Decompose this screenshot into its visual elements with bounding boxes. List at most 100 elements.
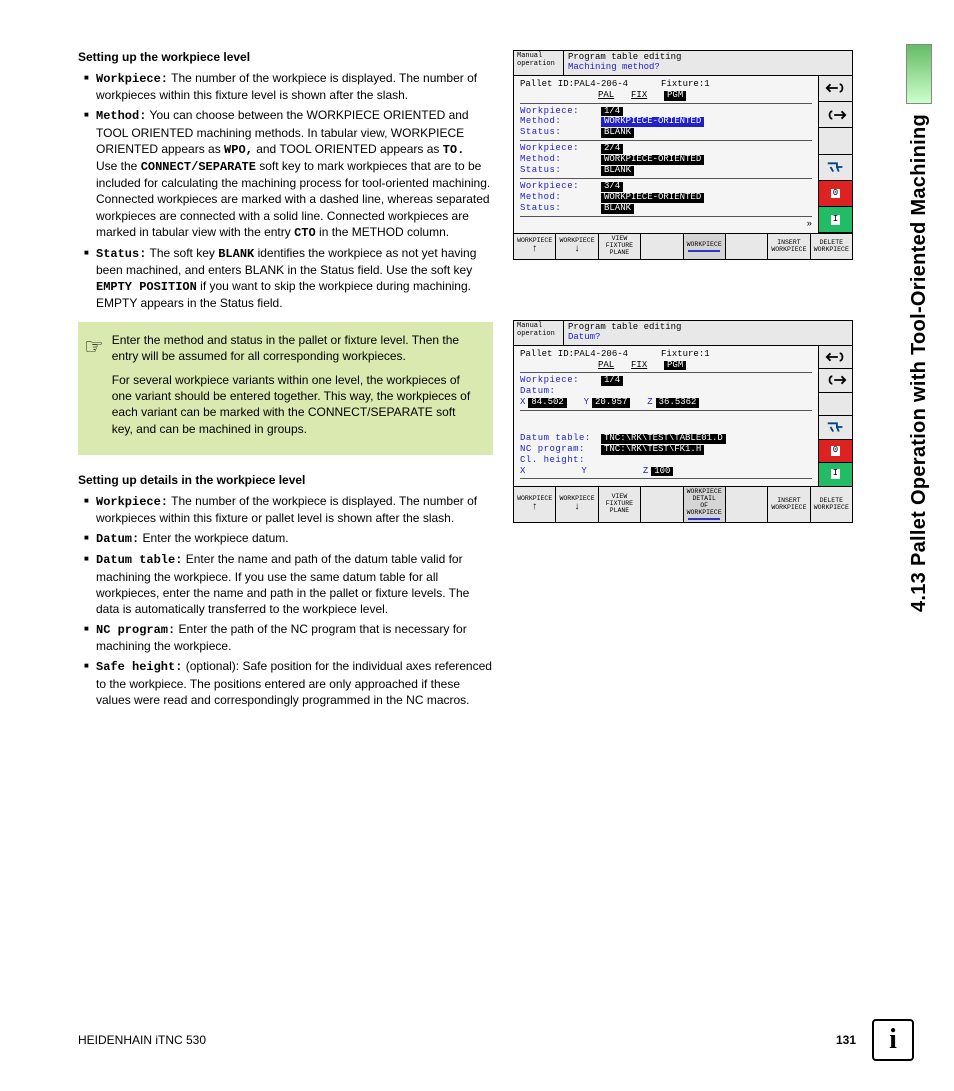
method-value: WORKPIECE-ORIENTED [601, 155, 704, 165]
tnc-screen-2: Manual operation Program table editing D… [513, 320, 853, 523]
softkey-button[interactable]: WORKPIECE [684, 234, 726, 258]
nav-pal[interactable]: PAL [598, 91, 614, 101]
softkey-button[interactable]: WORKPIECE [514, 234, 556, 258]
list-item: Datum: Enter the workpiece datum. [84, 530, 493, 547]
x-label: X [520, 467, 525, 477]
wp-value: 3/4 [601, 182, 623, 192]
dtable-label: Datum table: [520, 434, 598, 444]
cl-label: Cl. height: [520, 456, 598, 466]
left-column: Setting up the workpiece level Workpiece… [78, 50, 493, 712]
status-value: BLANK [601, 166, 634, 176]
side-indicator-green[interactable]: I [819, 463, 852, 486]
nav-pal[interactable]: PAL [598, 361, 614, 371]
page-number: 131 [836, 1033, 856, 1047]
screen-sidebar: 0 I [818, 346, 852, 487]
softkey-row: WORKPIECEWORKPIECEVIEWFIXTUREPLANEWORKPI… [514, 486, 852, 521]
softkey-button[interactable]: VIEWFIXTUREPLANE [599, 487, 641, 521]
method-label: Method: [520, 155, 598, 165]
section2-list: Workpiece: The number of the workpiece i… [78, 493, 493, 708]
chapter-tab-marker [906, 44, 932, 104]
nav-pgm[interactable]: PGM [664, 91, 686, 101]
nc-value: TNC:\RK\TEST\FK1.H [601, 445, 704, 455]
note-paragraph: For several workpiece variants within on… [112, 372, 479, 437]
side-tab: 4.13 Pallet Operation with Tool-Oriented… [906, 44, 932, 824]
datum-label: Datum: [520, 387, 598, 397]
side-button-next-icon[interactable] [819, 369, 852, 392]
tnc-screen-1: Manual operation Program table editing M… [513, 50, 853, 260]
side-indicator-red[interactable]: 0 [819, 181, 852, 207]
method-value: WORKPIECE-ORIENTED [601, 193, 704, 203]
status-value: BLANK [601, 128, 634, 138]
section1-heading: Setting up the workpiece level [78, 50, 493, 64]
info-icon: i [872, 1019, 914, 1061]
pallet-id: Pallet ID:PAL4-206-4 [520, 80, 628, 90]
status-label: Status: [520, 128, 598, 138]
nav-fix[interactable]: FIX [631, 91, 647, 101]
y-label: Y [584, 398, 589, 408]
softkey-button[interactable]: WORKPIECE [556, 487, 598, 521]
note-hand-icon: ☞ [84, 332, 104, 445]
chapter-title-vertical: 4.13 Pallet Operation with Tool-Oriented… [908, 114, 931, 612]
wp-value: 1/4 [601, 107, 623, 117]
softkey-row: WORKPIECEWORKPIECEVIEWFIXTUREPLANEWORKPI… [514, 233, 852, 258]
method-label: Method: [520, 193, 598, 203]
softkey-button[interactable]: WORKPIECE [514, 487, 556, 521]
list-item: Datum table: Enter the name and path of … [84, 551, 493, 617]
wp-label: Workpiece: [520, 107, 598, 117]
screen-main: Pallet ID:PAL4-206-4 Fixture:1 PAL FIX PG… [514, 346, 818, 487]
screen-sidebar: 0 I [818, 76, 852, 234]
pallet-id: Pallet ID:PAL4-206-4 [520, 350, 628, 360]
nav-fix[interactable]: FIX [631, 361, 647, 371]
side-indicator-green[interactable]: I [819, 207, 852, 233]
screen-subtitle: Machining method? [568, 63, 848, 73]
fixture-label: Fixture:1 [661, 80, 710, 90]
list-item: Method: You can choose between the WORKP… [84, 107, 493, 241]
z-label: Z [643, 467, 648, 477]
note-box: ☞ Enter the method and status in the pal… [78, 322, 493, 455]
softkey-button[interactable]: DELETEWORKPIECE [811, 234, 852, 258]
right-column: Manual operation Program table editing M… [513, 50, 853, 712]
wp-label: Workpiece: [520, 144, 598, 154]
y-label: Y [581, 467, 586, 477]
softkey-button[interactable] [726, 234, 768, 258]
side-button-coolant-icon[interactable] [819, 416, 852, 439]
x-value: 84.502 [528, 398, 566, 408]
mode-label: Manual operation [514, 51, 564, 75]
wp-value: 1/4 [601, 376, 623, 386]
side-button-prev-icon[interactable] [819, 76, 852, 102]
dtable-value: TNC:\RK\TEST\TABLE01.D [601, 434, 726, 444]
softkey-button[interactable]: WORKPIECE [556, 234, 598, 258]
side-indicator-red[interactable]: 0 [819, 440, 852, 463]
softkey-button[interactable]: WORKPIECEDETAILOFWORKPIECE [684, 487, 726, 521]
screen-main: Pallet ID:PAL4-206-4 Fixture:1 PAL FIX PG… [514, 76, 818, 234]
side-button-prev-icon[interactable] [819, 346, 852, 369]
note-paragraph: Enter the method and status in the palle… [112, 332, 479, 364]
status-value: BLANK [601, 204, 634, 214]
side-button-blank [819, 393, 852, 416]
list-item: Safe height: (optional): Safe position f… [84, 658, 493, 708]
section1-list: Workpiece: The number of the workpiece i… [78, 70, 493, 312]
status-label: Status: [520, 166, 598, 176]
softkey-button[interactable]: INSERTWORKPIECE [768, 487, 810, 521]
wp-value: 2/4 [601, 144, 623, 154]
side-button-coolant-icon[interactable] [819, 155, 852, 181]
softkey-button[interactable] [641, 234, 683, 258]
y-value: 20.957 [592, 398, 630, 408]
page-footer: HEIDENHAIN iTNC 530 131 i [78, 1019, 914, 1061]
screen-title: Program table editing [568, 323, 848, 333]
softkey-button[interactable]: VIEWFIXTUREPLANE [599, 234, 641, 258]
list-item: NC program: Enter the path of the NC pro… [84, 621, 493, 654]
softkey-button[interactable] [641, 487, 683, 521]
mode-label: Manual operation [514, 321, 564, 345]
softkey-button[interactable] [726, 487, 768, 521]
nc-label: NC program: [520, 445, 598, 455]
page-content: Setting up the workpiece level Workpiece… [0, 0, 954, 742]
nav-pgm[interactable]: PGM [664, 361, 686, 371]
wp-label: Workpiece: [520, 376, 598, 386]
side-button-next-icon[interactable] [819, 102, 852, 128]
clz-value: 100 [651, 467, 673, 477]
fixture-label: Fixture:1 [661, 350, 710, 360]
list-item: Status: The soft key BLANK identifies th… [84, 245, 493, 312]
softkey-button[interactable]: INSERTWORKPIECE [768, 234, 810, 258]
softkey-button[interactable]: DELETEWORKPIECE [811, 487, 852, 521]
